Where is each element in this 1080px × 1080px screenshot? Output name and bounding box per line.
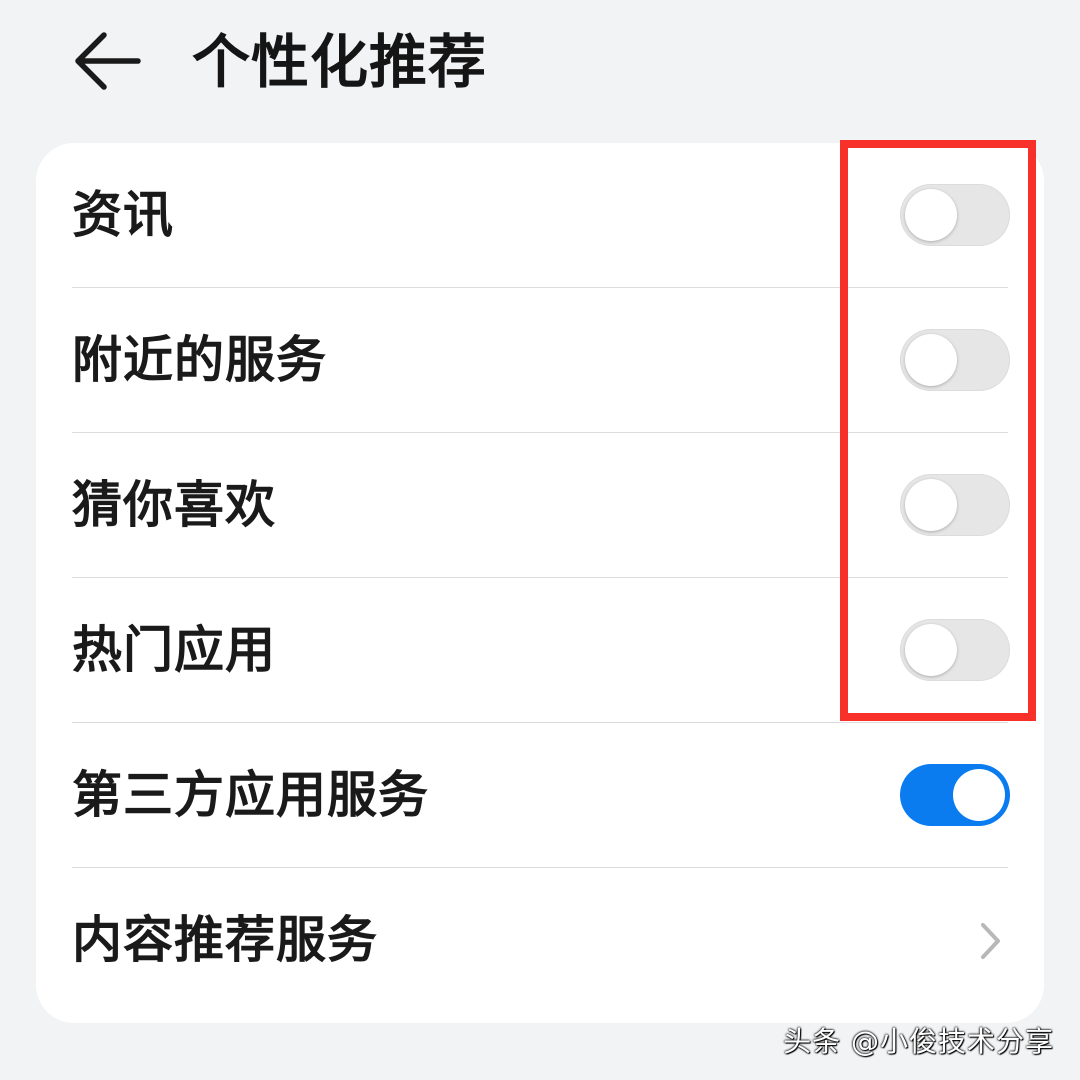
setting-row-news[interactable]: 资讯 xyxy=(72,143,1010,288)
guess-you-like-toggle[interactable] xyxy=(900,474,1010,536)
toggle-knob xyxy=(905,479,957,531)
page-title: 个性化推荐 xyxy=(192,28,488,96)
setting-label-third-party-services: 第三方应用服务 xyxy=(72,766,429,824)
settings-card: 资讯 附近的服务 猜你喜欢 热门应用 第三方应用服务 内容推荐服务 xyxy=(36,143,1044,1023)
setting-row-popular-apps[interactable]: 热门应用 xyxy=(72,578,1010,723)
news-toggle[interactable] xyxy=(900,184,1010,246)
setting-label-content-recommendation: 内容推荐服务 xyxy=(72,911,378,969)
setting-label-nearby-services: 附近的服务 xyxy=(72,331,327,389)
chevron-right-icon xyxy=(981,923,1000,959)
toggle-knob xyxy=(905,334,957,386)
arrow-left-icon xyxy=(75,32,141,90)
setting-row-guess-you-like[interactable]: 猜你喜欢 xyxy=(72,433,1010,578)
app-header: 个性化推荐 xyxy=(0,0,1080,125)
setting-row-nearby-services[interactable]: 附近的服务 xyxy=(72,288,1010,433)
popular-apps-toggle[interactable] xyxy=(900,619,1010,681)
toggle-knob xyxy=(905,189,957,241)
setting-row-content-recommendation[interactable]: 内容推荐服务 xyxy=(72,868,1008,1013)
toggle-knob xyxy=(905,624,957,676)
setting-label-news: 资讯 xyxy=(72,186,174,244)
setting-label-popular-apps: 热门应用 xyxy=(72,621,276,679)
setting-row-third-party-services[interactable]: 第三方应用服务 xyxy=(72,723,1010,868)
setting-label-guess-you-like: 猜你喜欢 xyxy=(72,476,276,534)
watermark: 头条 @小俊技术分享 xyxy=(783,1025,1054,1058)
nearby-services-toggle[interactable] xyxy=(900,329,1010,391)
third-party-services-toggle[interactable] xyxy=(900,764,1010,826)
back-button[interactable] xyxy=(66,26,150,96)
toggle-knob xyxy=(953,769,1005,821)
